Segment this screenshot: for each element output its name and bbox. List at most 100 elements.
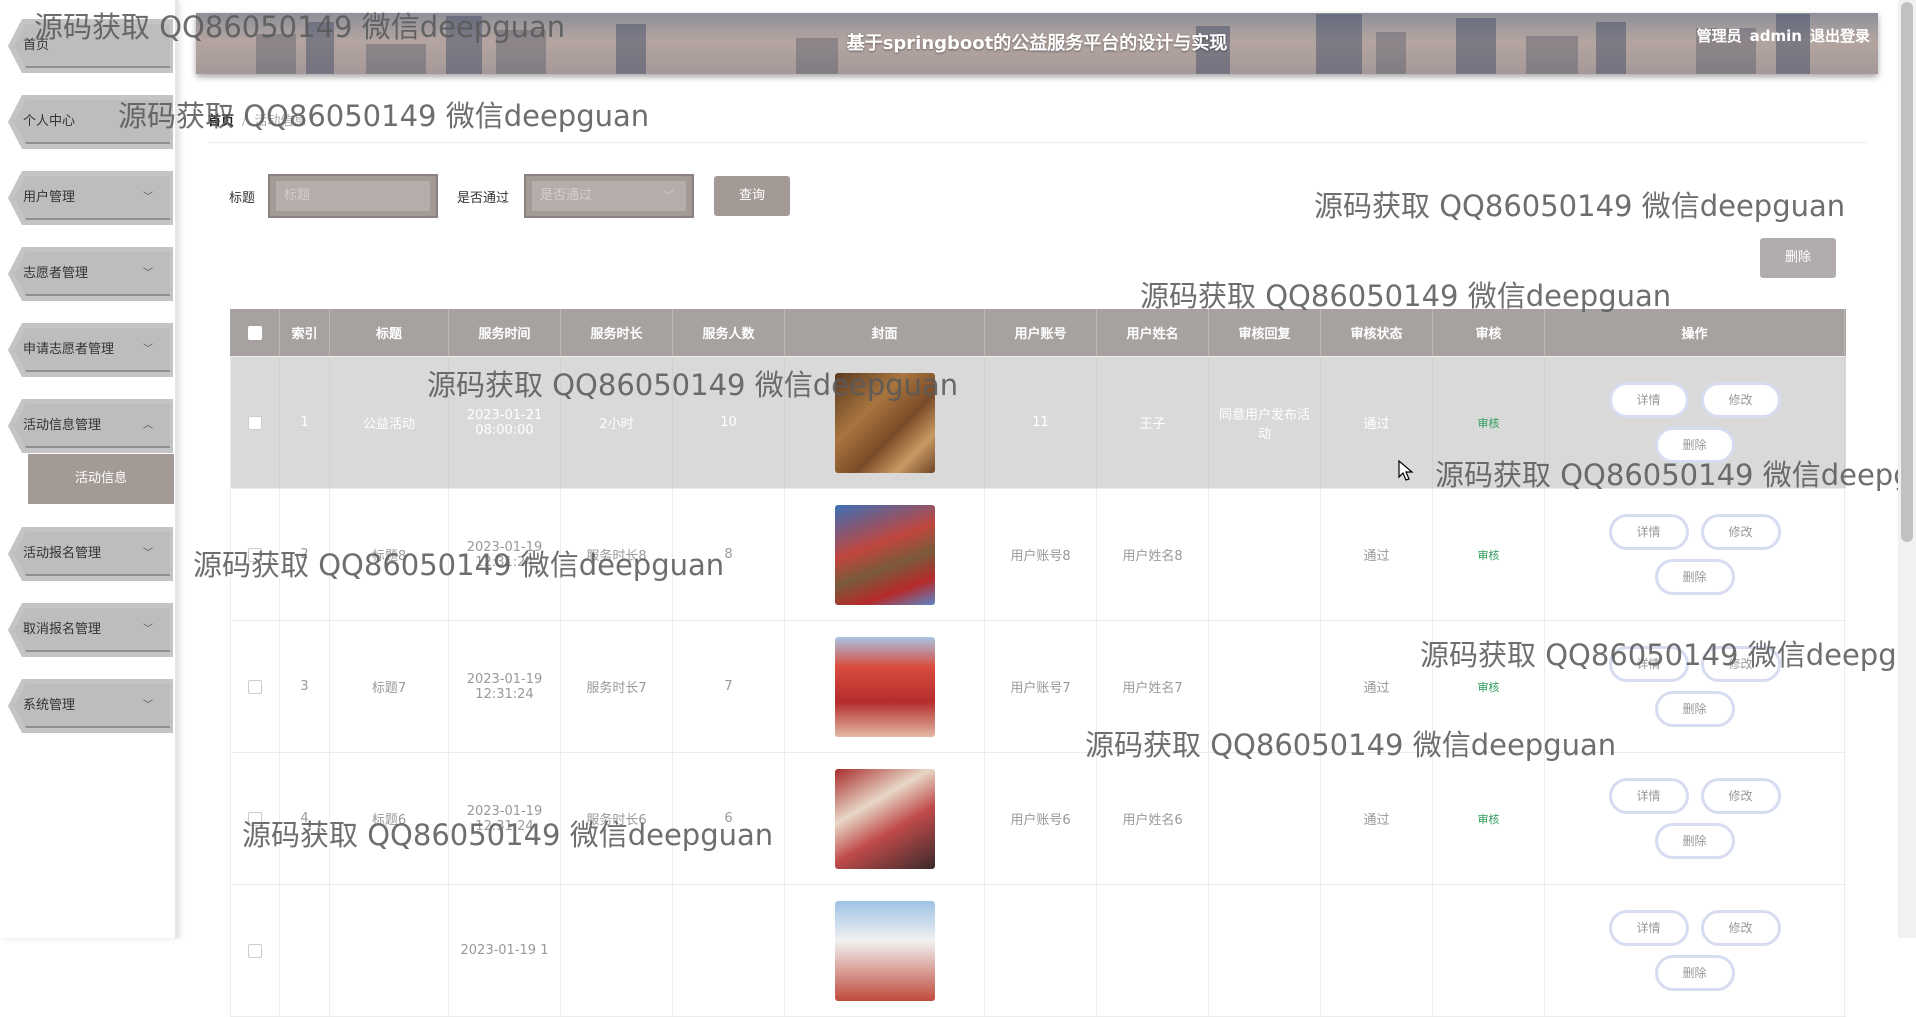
column-header: 审核状态 — [1321, 309, 1433, 356]
cover-image — [834, 636, 935, 737]
edit-button[interactable]: 修改 — [1700, 646, 1781, 682]
chevron-down-icon: ﹀ — [143, 624, 153, 635]
cell-title: 标题8 — [330, 489, 449, 620]
column-header: 审核 — [1433, 309, 1545, 356]
operations-cell: 详情 修改删除 — [1545, 621, 1845, 752]
sidebar-item-activity-info[interactable]: 活动信息管理 ︿ — [8, 399, 173, 453]
cell-duration: 服务时长6 — [561, 753, 673, 884]
title-search-input[interactable]: 标题 — [268, 174, 438, 218]
sidebar-subitem-activity-info[interactable]: 活动信息 — [28, 454, 174, 504]
divider — [208, 142, 1868, 143]
audit-link[interactable]: 审核 — [1433, 489, 1545, 620]
detail-button[interactable]: 详情 — [1608, 778, 1689, 814]
cell-duration: 2小时 — [561, 357, 673, 488]
row-actions: 详情 修改删除 — [1595, 646, 1795, 727]
cell-account: 11 — [985, 357, 1097, 488]
cell-name: 王子 — [1097, 357, 1209, 488]
table-row: 4 标题6 2023-01-19 12:31:24 服务时长6 6 用户账号6 用户姓名6 通… — [230, 753, 1846, 885]
cell-account: 用户账号8 — [985, 489, 1097, 620]
detail-button[interactable]: 详情 — [1608, 382, 1689, 418]
sidebar-item-users[interactable]: 用户管理 ﹀ — [8, 171, 173, 225]
row-select-cell — [230, 489, 280, 620]
activity-table: 索引 标题 服务时间 服务时长 服务人数 封面 用户账号 用户姓名 审核回复 审… — [230, 309, 1846, 1017]
audit-link[interactable]: 审核 — [1433, 753, 1545, 884]
detail-button[interactable]: 详情 — [1608, 910, 1689, 946]
operations-cell: 详情 修改删除 — [1545, 489, 1845, 620]
row-checkbox[interactable] — [248, 679, 262, 694]
page-scrollbar[interactable] — [1898, 0, 1916, 938]
row-checkbox[interactable] — [248, 547, 262, 562]
sidebar-item-label: 取消报名管理 — [23, 622, 102, 637]
edit-button[interactable]: 修改 — [1700, 514, 1781, 550]
cover-image — [834, 768, 935, 869]
delete-button[interactable]: 删除 — [1654, 955, 1735, 991]
column-header: 用户姓名 — [1097, 309, 1209, 356]
cell-time: 2023-01-21 08:00:00 — [449, 357, 561, 488]
delete-button[interactable]: 删除 — [1654, 823, 1735, 859]
sidebar-item-label: 志愿者管理 — [23, 266, 89, 281]
sidebar: 首页 个人中心 用户管理 ﹀ 志愿者管理 ﹀ 申请志愿者管理 ﹀ 活动信息管理 … — [0, 0, 178, 938]
column-header: 审核回复 — [1209, 309, 1321, 356]
delete-button[interactable]: 删除 — [1654, 427, 1735, 463]
sidebar-item-cancellations[interactable]: 取消报名管理 ﹀ — [8, 603, 173, 657]
cell-index: 4 — [280, 753, 330, 884]
chevron-down-icon: ﹀ — [143, 700, 153, 711]
cell-status: 通过 — [1321, 753, 1433, 884]
row-checkbox[interactable] — [248, 943, 262, 958]
cell-account — [985, 885, 1097, 1016]
sidebar-item-profile[interactable]: 个人中心 — [8, 95, 173, 149]
cover-image — [834, 372, 935, 473]
cell-status: 通过 — [1321, 489, 1433, 620]
pass-status-select[interactable]: 是否通过 ﹀ — [524, 174, 694, 218]
delete-button[interactable]: 删除 — [1654, 691, 1735, 727]
sidebar-item-system[interactable]: 系统管理 ﹀ — [8, 679, 173, 733]
cell-time: 2023-01-19 12:31:24 — [449, 489, 561, 620]
table-body: 1 公益活动 2023-01-21 08:00:00 2小时 10 11 王子 同意用户发布活… — [230, 357, 1846, 1017]
edit-button[interactable]: 修改 — [1700, 382, 1781, 418]
audit-link[interactable] — [1433, 885, 1545, 1016]
cover-cell — [785, 621, 985, 752]
watermark: 源码获取 QQ86050149 微信deepguan — [118, 99, 650, 133]
logout-link[interactable]: 退出登录 — [1810, 27, 1870, 45]
cell-people: 8 — [673, 489, 785, 620]
row-select-cell — [230, 753, 280, 884]
cell-reply — [1209, 489, 1321, 620]
user-role: 管理员 — [1696, 27, 1742, 45]
sidebar-item-label: 活动信息管理 — [23, 418, 102, 433]
sidebar-item-volunteer-applications[interactable]: 申请志愿者管理 ﹀ — [8, 323, 173, 377]
cell-index: 2 — [280, 489, 330, 620]
breadcrumb-home[interactable]: 首页 — [208, 114, 234, 129]
sidebar-item-home[interactable]: 首页 — [8, 19, 173, 73]
cell-name: 用户姓名6 — [1097, 753, 1209, 884]
sidebar-item-label: 个人中心 — [23, 114, 76, 129]
cell-reply — [1209, 885, 1321, 1016]
row-actions: 详情 修改删除 — [1595, 514, 1795, 595]
cell-time: 2023-01-19 12:31:24 — [449, 753, 561, 884]
detail-button[interactable]: 详情 — [1608, 646, 1689, 682]
detail-button[interactable]: 详情 — [1608, 514, 1689, 550]
column-header: 操作 — [1545, 309, 1845, 356]
table-row: 2 标题8 2023-01-19 12:31:24 服务时长8 8 用户账号8 用户姓名8 通… — [230, 489, 1846, 621]
sidebar-item-label: 活动报名管理 — [23, 546, 102, 561]
bulk-delete-button[interactable]: 删除 — [1760, 238, 1836, 278]
edit-button[interactable]: 修改 — [1700, 778, 1781, 814]
sidebar-item-signups[interactable]: 活动报名管理 ﹀ — [8, 527, 173, 581]
query-button[interactable]: 查询 — [714, 176, 790, 216]
row-checkbox[interactable] — [248, 811, 262, 826]
cell-account: 用户账号7 — [985, 621, 1097, 752]
select-all-checkbox[interactable] — [247, 325, 262, 340]
row-checkbox[interactable] — [248, 415, 262, 430]
scroll-thumb[interactable] — [1901, 2, 1913, 542]
audit-link[interactable]: 审核 — [1433, 357, 1545, 488]
cover-cell — [785, 885, 985, 1016]
audit-link[interactable]: 审核 — [1433, 621, 1545, 752]
row-select-cell — [230, 357, 280, 488]
sidebar-item-volunteers[interactable]: 志愿者管理 ﹀ — [8, 247, 173, 301]
operations-cell: 详情 修改删除 — [1545, 357, 1845, 488]
cover-image — [834, 900, 935, 1001]
column-header: 服务时长 — [561, 309, 673, 356]
delete-button[interactable]: 删除 — [1654, 559, 1735, 595]
title-label: 标题 — [229, 191, 256, 206]
edit-button[interactable]: 修改 — [1700, 910, 1781, 946]
sidebar-item-label: 用户管理 — [23, 190, 76, 205]
